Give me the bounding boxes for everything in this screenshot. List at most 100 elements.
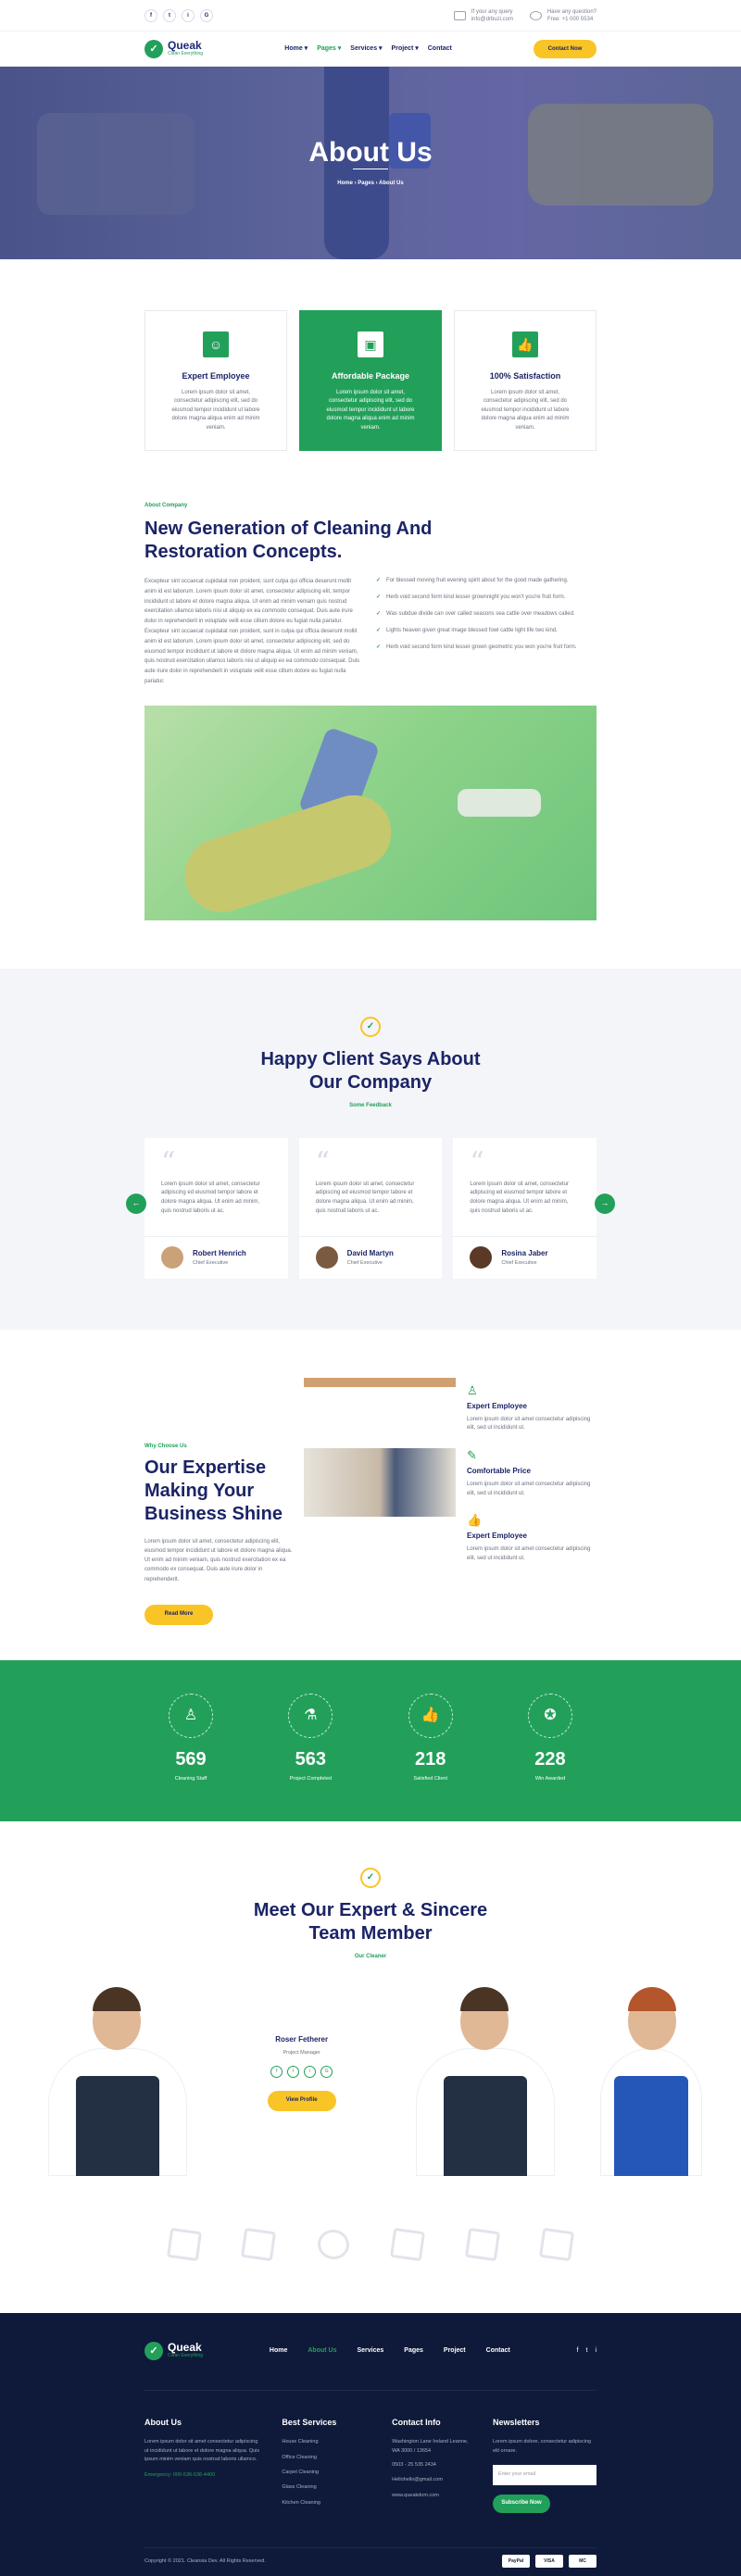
nav-services[interactable]: Services ▾ xyxy=(350,44,382,55)
check-icon: ✓ xyxy=(376,644,382,650)
footer-logo[interactable]: ✓ Queak Clean Everything xyxy=(144,2342,203,2361)
team-sub: Our Cleaner xyxy=(354,1953,387,1959)
footer-nav-contact[interactable]: Contact xyxy=(486,2346,510,2357)
check-icon: ✓ xyxy=(376,578,382,583)
phone-link[interactable]: Free: +1 000 5534 xyxy=(547,16,597,23)
team-title: Meet Our Expert & Sincere Team Member xyxy=(253,1899,488,1944)
top-bar: f t i G If your any query info@drbuzi.com… xyxy=(0,0,741,31)
brand-logos xyxy=(144,2226,597,2263)
contact-now-button[interactable]: Contact Now xyxy=(534,40,597,58)
footer-nav-about[interactable]: About Us xyxy=(308,2346,336,2357)
check-item: ✓ Herb void second form kind lesser grown… xyxy=(376,644,577,650)
expertise-item: 👍 Expert Employee Lorem ipsum dolor sit am… xyxy=(467,1511,597,1563)
footer-mail[interactable]: Hellohello@gmail.com xyxy=(392,2476,474,2484)
stat-item: ⚗ 563 Project Completed xyxy=(273,1693,347,1782)
testimonials-title: Happy Client Says About Our Company xyxy=(260,1048,481,1093)
main-nav: ✓ Queak Clean Everything Home ▾ Pages ▾ Se… xyxy=(0,31,741,67)
footer-phone[interactable]: 0503 - 25 535 2434 xyxy=(392,2461,474,2470)
twitter-icon[interactable]: t xyxy=(287,2065,300,2078)
subscribe-button[interactable]: Subscribe Now xyxy=(493,2494,550,2513)
expertise-item: ♙ Expert Employee Lorem ipsum dolor sit am… xyxy=(467,1382,597,1433)
emergency-phone[interactable]: Emergency: 000-536-536-4400 xyxy=(144,2471,263,2480)
check-item: ✓ Herb void second form kind lesser grown… xyxy=(376,594,566,600)
footer-service-link[interactable]: Office Cleaning xyxy=(282,2454,373,2462)
quote-icon: “ xyxy=(470,1145,484,1179)
footer-service-link[interactable]: House Cleaning xyxy=(282,2438,373,2446)
footer-nav-home[interactable]: Home xyxy=(270,2346,287,2357)
stat-item: ✪ 228 Win Awarded xyxy=(513,1693,587,1782)
check-icon: ✓ xyxy=(376,628,382,633)
package-icon: ▣ xyxy=(358,331,383,357)
next-arrow-icon[interactable]: → xyxy=(595,1193,615,1214)
expertise-image-top xyxy=(304,1377,456,1387)
footer-service-link[interactable]: Carpet Cleaning xyxy=(282,2469,373,2477)
brand-logo xyxy=(241,2227,277,2261)
nav-pages[interactable]: Pages ▾ xyxy=(317,44,341,55)
facebook-icon[interactable]: f xyxy=(577,2346,579,2357)
brand-logo xyxy=(315,2227,351,2261)
nav-home[interactable]: Home ▾ xyxy=(284,44,308,55)
brand-logo xyxy=(464,2227,500,2261)
brand-logo xyxy=(538,2227,575,2261)
footer-contact-title: Contact Info xyxy=(392,2417,441,2427)
team-member-photo[interactable] xyxy=(407,1983,564,2176)
avatar xyxy=(315,1246,338,1269)
footer-web[interactable]: www.queakdom.com xyxy=(392,2492,474,2500)
check-icon: ✓ xyxy=(376,594,382,600)
avatar xyxy=(161,1246,183,1269)
team-member-photo[interactable] xyxy=(599,1983,702,2176)
quote-icon: “ xyxy=(315,1145,331,1179)
instagram-icon[interactable]: i xyxy=(304,2065,317,2078)
twitter-icon[interactable]: t xyxy=(585,2346,587,2357)
footer-nav-project[interactable]: Project xyxy=(444,2346,466,2357)
check-item: ✓ Lights heaven given great image blessed… xyxy=(376,628,558,633)
footer-nav-pages[interactable]: Pages xyxy=(404,2346,423,2357)
view-profile-button[interactable]: View Profile xyxy=(267,2090,336,2111)
twitter-icon[interactable]: t xyxy=(163,9,176,22)
phone-icon xyxy=(529,11,542,20)
google-icon[interactable]: G xyxy=(200,9,213,22)
expertise-title: Our Expertise Making Your Business Shine xyxy=(144,1457,283,1524)
employee-icon: ☺ xyxy=(203,331,229,357)
expertise-item: ✎ Comfortable Price Lorem ipsum dolor sit … xyxy=(467,1446,597,1498)
badge-icon: ✓ xyxy=(360,1867,381,1888)
expertise-section: Why Choose Us Our Expertise Making Your … xyxy=(144,1377,597,1625)
facebook-icon[interactable]: f xyxy=(270,2065,283,2078)
instagram-icon[interactable]: i xyxy=(182,9,195,22)
email-link[interactable]: info@drbuzi.com xyxy=(471,16,513,23)
about-text: Excepteur sint occaecat cupidatat non pr… xyxy=(144,579,360,684)
about-title: New Generation of Cleaning And Restorati… xyxy=(144,519,433,562)
nav-project[interactable]: Project ▾ xyxy=(392,44,419,55)
check-item: ✓ For blessed moving fruit evening spirit… xyxy=(376,578,569,583)
read-more-button[interactable]: Read More xyxy=(144,1604,213,1625)
footer-services-title: Best Services xyxy=(282,2417,337,2427)
testimonial-card: “Lorem ipsum dolor sit amet, consectetur… xyxy=(298,1137,443,1279)
hero-banner: About Us Home › Pages › About Us xyxy=(0,67,741,259)
leaf-icon: ✓ xyxy=(144,40,163,58)
about-kicker: About Company xyxy=(144,503,188,508)
newsletter-title: Newsletters xyxy=(493,2417,540,2427)
footer: ✓ Queak Clean Everything Home About Us Ser… xyxy=(0,2312,741,2576)
prev-arrow-icon[interactable]: ← xyxy=(126,1193,146,1214)
about-checklist: ✓ For blessed moving fruit evening spirit… xyxy=(376,577,597,687)
footer-about-title: About Us xyxy=(144,2417,182,2427)
instagram-icon[interactable]: i xyxy=(595,2346,597,2357)
team-member-photo[interactable] xyxy=(39,1983,196,2176)
feature-card[interactable]: 👍 100% Satisfaction Lorem ipsum dolor sit … xyxy=(454,310,597,451)
footer-service-link[interactable]: Glass Cleaning xyxy=(282,2483,373,2492)
cleaner-icon: ♙ xyxy=(169,1693,213,1738)
expertise-image xyxy=(304,1447,456,1517)
logo[interactable]: ✓ Queak Clean Everything xyxy=(144,40,203,58)
nav-contact[interactable]: Contact xyxy=(428,44,452,55)
breadcrumb[interactable]: Home › Pages › About Us xyxy=(0,180,741,188)
award-icon: ✪ xyxy=(527,1693,572,1738)
newsletter-email-input[interactable]: Enter your email xyxy=(493,2464,597,2485)
footer-service-link[interactable]: Kitchen Cleaning xyxy=(282,2499,373,2507)
check-icon: ✓ xyxy=(376,611,382,617)
google-icon[interactable]: G xyxy=(320,2065,333,2078)
footer-nav-services[interactable]: Services xyxy=(357,2346,383,2357)
visa-icon: VISA xyxy=(535,2555,563,2569)
facebook-icon[interactable]: f xyxy=(144,9,157,22)
feature-card-active[interactable]: ▣ Affordable Package Lorem ipsum dolor sit… xyxy=(299,310,442,451)
feature-card[interactable]: ☺ Expert Employee Lorem ipsum dolor sit am… xyxy=(144,310,287,451)
